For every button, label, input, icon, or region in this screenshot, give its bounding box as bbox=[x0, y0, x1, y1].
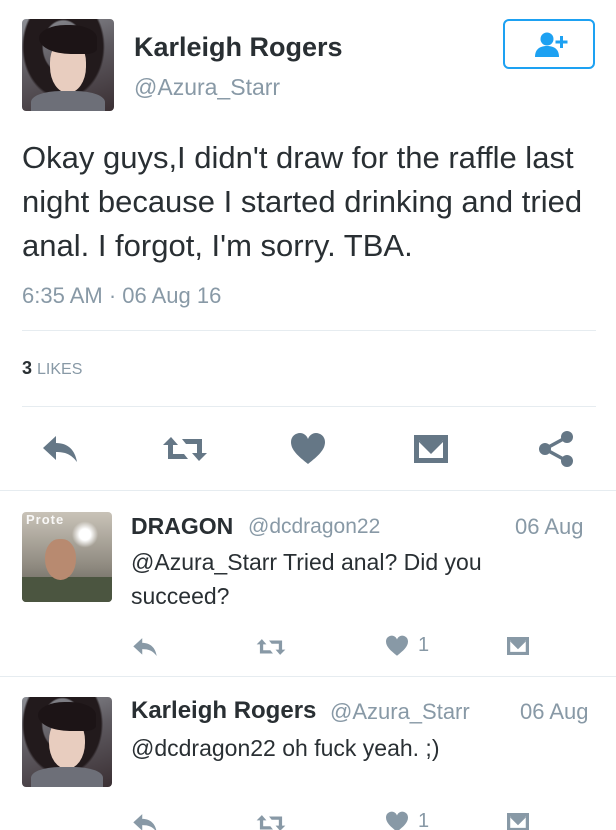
divider bbox=[22, 406, 596, 407]
author-avatar[interactable] bbox=[22, 19, 114, 111]
reply-author-handle[interactable]: @Azura_Starr bbox=[330, 699, 470, 725]
likes-label: LIKES bbox=[37, 361, 83, 378]
heart-icon bbox=[386, 635, 408, 656]
reply-icon bbox=[43, 436, 77, 462]
retweet-button[interactable] bbox=[256, 812, 286, 830]
heart-icon bbox=[386, 811, 408, 830]
reply-icon bbox=[133, 638, 157, 656]
heart-icon bbox=[291, 433, 325, 464]
retweet-icon bbox=[256, 815, 286, 830]
add-user-icon bbox=[535, 32, 568, 57]
follow-button[interactable] bbox=[503, 19, 595, 69]
message-icon bbox=[414, 435, 448, 463]
message-button[interactable] bbox=[413, 432, 449, 466]
author-handle[interactable]: @Azura_Starr bbox=[134, 74, 280, 101]
reply-text: @Azura_Starr Tried anal? Did you succeed… bbox=[131, 549, 482, 609]
like-count: 1 bbox=[418, 810, 430, 830]
reply-text: @dcdragon22 oh fuck yeah. ;) bbox=[131, 735, 440, 761]
reply-button[interactable] bbox=[40, 433, 80, 465]
share-icon bbox=[539, 431, 573, 467]
reply-avatar[interactable]: Prote bbox=[22, 512, 112, 602]
avatar-watermark: Prote bbox=[26, 512, 65, 527]
like-button[interactable] bbox=[385, 811, 409, 830]
message-icon bbox=[507, 636, 529, 656]
reply-author-handle[interactable]: @dcdragon22 bbox=[248, 515, 380, 539]
author-name[interactable]: Karleigh Rogers bbox=[134, 32, 343, 63]
tweet-timestamp[interactable]: 6:35 AM · 06 Aug 16 bbox=[22, 283, 221, 309]
reply-avatar[interactable] bbox=[22, 697, 112, 787]
reply-date[interactable]: 06 Aug bbox=[520, 699, 589, 725]
message-icon bbox=[507, 812, 529, 830]
divider bbox=[22, 330, 596, 331]
reply-date[interactable]: 06 Aug bbox=[515, 514, 584, 540]
likes-count[interactable]: 3 LIKES bbox=[22, 358, 82, 379]
reply-button[interactable] bbox=[131, 636, 159, 658]
reply-button[interactable] bbox=[131, 812, 159, 830]
reply-author-name[interactable]: DRAGON bbox=[131, 513, 233, 540]
reply-author-name[interactable]: Karleigh Rogers bbox=[131, 697, 316, 725]
tweet-text: Okay guys,I didn't draw for the raffle l… bbox=[22, 140, 583, 263]
retweet-button[interactable] bbox=[256, 636, 286, 658]
like-button[interactable] bbox=[290, 432, 326, 466]
divider bbox=[0, 676, 616, 677]
retweet-icon bbox=[256, 639, 286, 655]
divider bbox=[0, 490, 616, 491]
message-button[interactable] bbox=[506, 635, 530, 657]
reply-icon bbox=[133, 814, 157, 830]
message-button[interactable] bbox=[506, 811, 530, 830]
retweet-icon bbox=[163, 437, 207, 461]
like-button[interactable] bbox=[385, 635, 409, 657]
like-count: 1 bbox=[418, 634, 430, 656]
share-button[interactable] bbox=[538, 430, 574, 468]
retweet-button[interactable] bbox=[162, 433, 208, 465]
likes-number: 3 bbox=[22, 358, 33, 378]
